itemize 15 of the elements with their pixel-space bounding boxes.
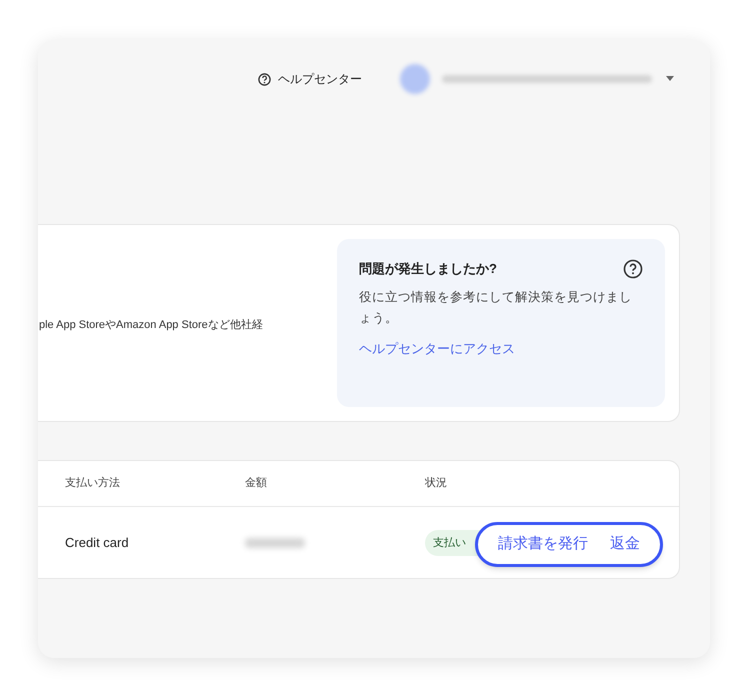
blurred-amount — [245, 538, 305, 548]
caret-icon[interactable] — [666, 76, 674, 82]
menu-item[interactable]: 返金 — [610, 533, 640, 556]
column-header: 金額 — [245, 476, 268, 492]
help-center-access-link[interactable]: ヘルプセンターにアクセス — [359, 339, 643, 358]
help-center-link[interactable]: ヘルプセンター — [258, 70, 362, 88]
table-cell-text: Credit card — [65, 534, 130, 552]
description-text: ple App StoreやAmazon App Storeなど他社経 — [39, 318, 264, 333]
column-header: 支払い方法 — [65, 476, 121, 492]
column-header: 状況 — [425, 476, 448, 492]
help-panel-text: 役に立つ情報を参考にして解決策を見つけましょう。 — [359, 289, 633, 327]
menu-item[interactable]: 請求書を発行 — [498, 533, 588, 556]
help-panel-title: 問題が発生しましたか? — [359, 260, 497, 278]
help-icon — [623, 259, 643, 279]
help-icon — [258, 72, 271, 86]
